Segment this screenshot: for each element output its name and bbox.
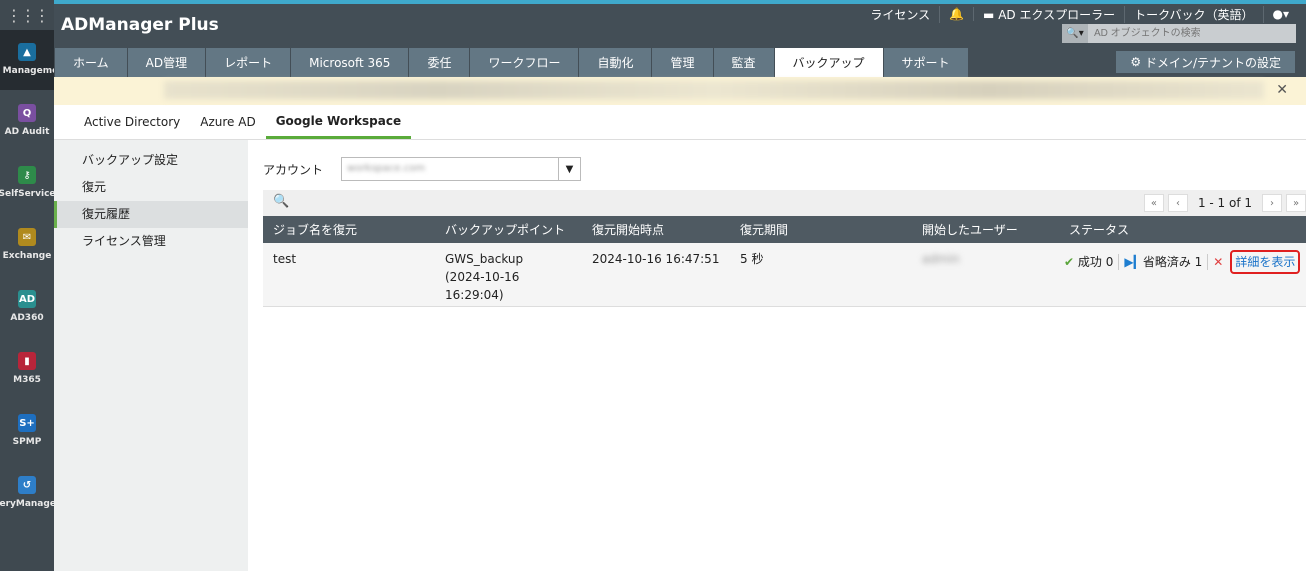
tab-2[interactable]: レポート (206, 48, 292, 77)
rail-item-spmp[interactable]: S+ SPMP (0, 400, 54, 462)
tab-5[interactable]: ワークフロー (470, 48, 580, 77)
job-name: test (263, 243, 435, 307)
rail-item-label: AD Audit (4, 127, 50, 137)
close-icon[interactable]: ✕ (1276, 82, 1288, 98)
col-duration[interactable]: 復元期間 (730, 216, 912, 243)
app-rail: ⋮⋮⋮ ▲ AD Management Q AD Audit ⚷ SelfService ✉… (0, 0, 54, 571)
folder-icon: ▬ (983, 7, 999, 22)
domain-settings-button[interactable]: ⚙ ドメイン/テナントの設定 (1116, 51, 1295, 73)
tab-4[interactable]: 委任 (409, 48, 471, 77)
menu-item-3[interactable]: ライセンス管理 (54, 228, 248, 255)
logo[interactable]: ADManager Plus (61, 15, 219, 35)
rail-item-label: Exchange (2, 251, 52, 261)
menu-item-0[interactable]: バックアップ設定 (54, 147, 248, 174)
col-backup-point[interactable]: バックアップポイント (435, 216, 582, 243)
gear-icon: ⚙ (1130, 55, 1145, 69)
table-row: test GWS_backup (2024-10-16 16:29:04) 2024… (263, 243, 1306, 307)
rail-item-ad-management[interactable]: ▲ AD Management (0, 30, 54, 90)
selfservice-icon: ⚷ (18, 166, 36, 184)
rail-item-label: AD Management (0, 66, 54, 76)
bell-icon[interactable]: 🔔 (940, 7, 975, 21)
first-page-button[interactable]: « (1143, 194, 1164, 212)
user: admin (912, 243, 1059, 307)
next-page-button[interactable]: › (1262, 194, 1282, 212)
search-icon[interactable]: 🔍 (273, 194, 289, 209)
rail-item-m365[interactable]: ▮ M365 (0, 338, 54, 400)
ad-audit-icon: Q (18, 104, 36, 122)
header: ADManager Plus ライセンス 🔔 ▬ AD エクスプローラー トーク… (54, 4, 1306, 77)
rail-item-label: RecoveryManager Plus (0, 499, 54, 509)
rail-item-ad360[interactable]: AD AD360 (0, 276, 54, 338)
rail-item-recoverymanager-plus[interactable]: ↺ RecoveryManager Plus (0, 462, 54, 524)
license-link[interactable]: ライセンス (861, 5, 941, 23)
ad-explorer-link[interactable]: ▬ AD エクスプローラー (974, 5, 1126, 23)
duration: 5 秒 (730, 243, 912, 307)
spmp-icon: S+ (18, 414, 36, 432)
ad360-icon: AD (18, 290, 36, 308)
search-icon[interactable]: 🔍▾ (1062, 24, 1088, 43)
col-start[interactable]: 復元開始時点 (582, 216, 730, 243)
menu-item-2[interactable]: 復元履歴 (54, 201, 248, 228)
rail-item-exchange[interactable]: ✉ Exchange (0, 214, 54, 276)
failed-icon: ✕ (1213, 255, 1224, 269)
apps-grid-icon[interactable]: ⋮⋮⋮ (0, 0, 54, 30)
col-job[interactable]: ジョブ名を復元 (263, 216, 435, 243)
rail-item-label: SelfService (0, 189, 54, 199)
user-menu-icon[interactable]: ●▾ (1264, 7, 1299, 21)
tab-8[interactable]: 監査 (713, 48, 775, 77)
success-status: ✔ 成功 0 (1064, 255, 1114, 269)
tab-3[interactable]: Microsoft 365 (291, 48, 410, 77)
start-time: 2024-10-16 16:47:51 (582, 243, 730, 307)
prev-page-button[interactable]: ‹ (1167, 194, 1188, 212)
tab-10[interactable]: サポート (883, 48, 969, 77)
skipped-status: ▶▎省略済み 1 (1124, 255, 1203, 269)
tab-9[interactable]: バックアップ (774, 48, 884, 77)
m365-icon: ▮ (18, 352, 36, 370)
search-input[interactable] (1088, 24, 1288, 43)
rail-item-label: M365 (13, 375, 41, 385)
chevron-down-icon: ▼ (558, 158, 580, 180)
account-label: アカウント (263, 162, 324, 177)
ad-object-search: 🔍▾ (1062, 24, 1296, 43)
subtab-active-directory[interactable]: Active Directory (74, 105, 190, 139)
account-select[interactable]: workspace.com ▼ (341, 157, 582, 181)
notice-banner: ✕ (54, 77, 1306, 105)
subtab-azure-ad[interactable]: Azure AD (190, 105, 265, 139)
subtab-google-workspace[interactable]: Google Workspace (265, 105, 412, 139)
menu-item-1[interactable]: 復元 (54, 174, 248, 201)
exchange-icon: ✉ (18, 228, 36, 246)
pager: « ‹ 1 - 1 of 1 › » (1143, 194, 1306, 212)
rail-item-ad-audit[interactable]: Q AD Audit (0, 90, 54, 152)
rail-item-label: SPMP (12, 437, 42, 447)
restore-history-table: ジョブ名を復元 バックアップポイント 復元開始時点 復元期間 開始したユーザー … (263, 216, 1306, 307)
talkback-link[interactable]: トークバック（英語） (1125, 5, 1264, 23)
view-details-link[interactable]: 詳細を表示 (1230, 250, 1301, 274)
status: ✔ 成功 0 ▶▎省略済み 1 ✕ 詳細を表示 (1059, 243, 1306, 307)
tab-7[interactable]: 管理 (652, 48, 714, 77)
tab-6[interactable]: 自動化 (579, 48, 653, 77)
tab-0[interactable]: ホーム (55, 48, 128, 77)
tab-1[interactable]: AD管理 (127, 48, 207, 77)
col-user[interactable]: 開始したユーザー (912, 216, 1059, 243)
rail-item-selfservice[interactable]: ⚷ SelfService (0, 152, 54, 214)
last-page-button[interactable]: » (1286, 194, 1306, 212)
page-info: 1 - 1 of 1 (1197, 196, 1252, 210)
col-status[interactable]: ステータス (1059, 216, 1306, 243)
ad-management-icon: ▲ (18, 43, 36, 61)
recoverymanager-plus-icon: ↺ (18, 476, 36, 494)
rail-item-label: AD360 (10, 313, 44, 323)
backup-point: GWS_backup (2024-10-16 16:29:04) (435, 243, 582, 307)
